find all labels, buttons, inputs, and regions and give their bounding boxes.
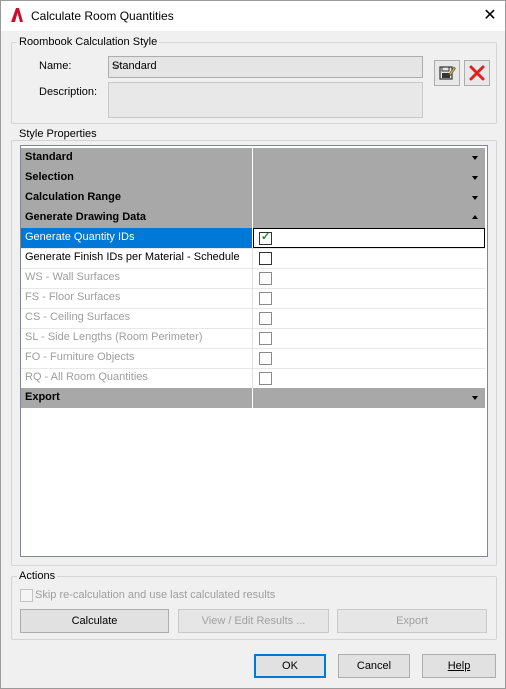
checkmark-icon: ✓ [261,231,271,243]
autocad-app-icon [11,8,23,22]
category-label: Selection [25,171,74,183]
property-name: SL - Side Lengths (Room Perimeter) [25,331,203,343]
property-name: Generate Quantity IDs [25,231,135,243]
style-name-select[interactable]: Standard ⌵ [108,56,423,78]
skip-recalculation-checkbox[interactable] [20,589,33,602]
delete-style-button[interactable] [464,60,490,86]
property-name: FS - Floor Surfaces [25,291,121,303]
property-checkbox [259,332,272,345]
view-edit-results-button[interactable]: View / Edit Results ... [178,609,329,633]
property-row-generate-quantity-ids[interactable]: Generate Quantity IDs ✓ [21,228,485,249]
property-checkbox[interactable]: ✓ [259,231,272,245]
description-label: Description: [39,86,98,98]
save-edit-icon [439,66,456,80]
expand-arrow-icon [472,176,478,180]
calculate-button[interactable]: Calculate [20,609,169,633]
divider [252,188,253,208]
divider [252,388,253,408]
divider [252,288,253,308]
close-icon[interactable]: ✕ [477,4,503,28]
divider [252,268,253,288]
divider [252,308,253,328]
property-checkbox [259,352,272,365]
category-label: Export [25,391,60,403]
property-checkbox [259,372,272,385]
property-name: Generate Finish IDs per Material - Sched… [25,251,240,263]
divider [252,368,253,388]
ok-button[interactable]: OK [254,654,326,678]
category-export[interactable]: Export [21,388,485,408]
divider [252,348,253,368]
property-row-floor-surfaces: FS - Floor Surfaces [21,288,485,309]
property-row-generate-finish-ids[interactable]: Generate Finish IDs per Material - Sched… [21,248,485,269]
expand-arrow-icon [472,396,478,400]
export-button[interactable]: Export [337,609,487,633]
chevron-down-icon: ⌵ [112,59,121,71]
property-row-wall-surfaces: WS - Wall Surfaces [21,268,485,289]
delete-x-icon [469,65,485,81]
property-checkbox [259,272,272,285]
expand-arrow-icon [472,196,478,200]
property-checkbox [259,312,272,325]
property-row-side-lengths: SL - Side Lengths (Room Perimeter) [21,328,485,349]
collapse-arrow-icon [472,215,478,219]
actions-legend: Actions [17,570,58,582]
category-standard[interactable]: Standard [21,148,485,168]
skip-recalculation-label: Skip re-calculation and use last calcula… [35,589,276,601]
category-generate-drawing-data[interactable]: Generate Drawing Data [21,208,485,228]
divider [252,168,253,188]
category-label: Generate Drawing Data [25,211,147,223]
property-checkbox[interactable] [259,252,272,265]
divider [252,328,253,348]
property-name: FO - Furniture Objects [25,351,135,363]
name-label: Name: [39,60,72,72]
property-row-ceiling-surfaces: CS - Ceiling Surfaces [21,308,485,329]
property-name: CS - Ceiling Surfaces [25,311,131,323]
category-calculation-range[interactable]: Calculation Range [21,188,485,208]
help-button[interactable]: Help [422,654,496,678]
property-checkbox [259,292,272,305]
cancel-button[interactable]: Cancel [338,654,410,678]
divider [252,148,253,168]
property-name: WS - Wall Surfaces [25,271,120,283]
property-grid: Standard Selection Calculation Range Gen… [20,145,488,557]
divider [252,208,253,228]
save-style-button[interactable] [434,60,460,86]
property-name: RQ - All Room Quantities [25,371,148,383]
property-row-all-room-quantities: RQ - All Room Quantities [21,368,485,389]
selected-value-cell [253,228,485,248]
dialog-window: Calculate Room Quantities ✕ Roombook Cal… [0,0,506,689]
window-title: Calculate Room Quantities [31,9,174,23]
category-label: Standard [25,151,73,163]
style-properties-legend: Style Properties [17,128,99,140]
category-label: Calculation Range [25,191,121,203]
description-field[interactable] [108,82,423,118]
divider [252,248,253,268]
roombook-legend: Roombook Calculation Style [17,36,160,48]
property-row-furniture-objects: FO - Furniture Objects [21,348,485,369]
category-selection[interactable]: Selection [21,168,485,188]
title-bar: Calculate Room Quantities ✕ [1,1,505,31]
expand-arrow-icon [472,156,478,160]
